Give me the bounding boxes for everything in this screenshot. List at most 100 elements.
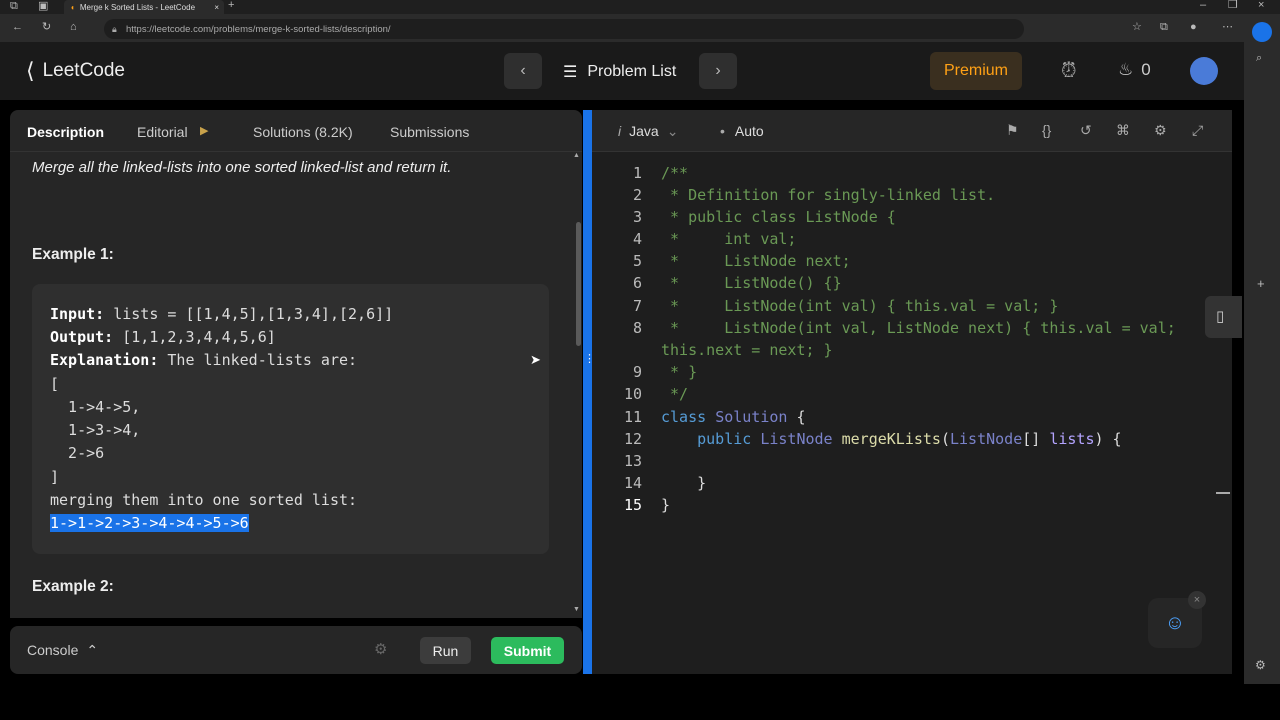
- avatar[interactable]: [1190, 57, 1218, 85]
- tab-actions-icon[interactable]: ▣: [38, 1, 48, 12]
- profile-icon[interactable]: ●: [1190, 22, 1197, 33]
- mode-select[interactable]: • Auto: [720, 123, 764, 139]
- code-token: }: [661, 474, 707, 492]
- line-number: 15: [623, 496, 642, 514]
- code-line[interactable]: }: [661, 496, 670, 514]
- code-line[interactable]: /**: [661, 164, 688, 182]
- premium-button[interactable]: Premium: [930, 52, 1022, 90]
- code-line[interactable]: * ListNode next;: [661, 252, 851, 270]
- description-scrollbar[interactable]: [576, 222, 581, 346]
- shortcuts-icon[interactable]: ⌘: [1116, 122, 1130, 139]
- language-select[interactable]: i Java ⌄: [618, 123, 678, 140]
- workspaces-icon[interactable]: ⧉: [10, 1, 18, 12]
- code-line[interactable]: * public class ListNode {: [661, 208, 896, 226]
- browser-tab-title: Merge k Sorted Lists - LeetCode: [79, 2, 196, 12]
- format-braces-icon[interactable]: {}: [1042, 122, 1051, 138]
- favorites-icon[interactable]: ☆: [1132, 22, 1142, 33]
- close-window-icon[interactable]: ×: [1258, 0, 1264, 11]
- refresh-icon[interactable]: ↻: [42, 22, 51, 33]
- code-line[interactable]: this.next = next; }: [661, 341, 833, 359]
- more-icon[interactable]: ⋯: [1222, 22, 1233, 33]
- url-input[interactable]: 🔒︎ https://leetcode.com/problems/merge-k…: [104, 19, 1024, 39]
- next-problem-button[interactable]: ›: [699, 53, 737, 89]
- tab-solutions[interactable]: Solutions (8.2K): [253, 124, 353, 140]
- output-label: Output:: [50, 328, 114, 346]
- new-tab-icon[interactable]: +: [228, 0, 234, 11]
- browser-tab[interactable]: ◖ Merge k Sorted Lists - LeetCode ×: [64, 0, 224, 14]
- sidebar-add-icon[interactable]: +: [1257, 276, 1265, 291]
- line-number: 13: [623, 452, 642, 470]
- streak-count: 0: [1141, 60, 1151, 79]
- code-line[interactable]: * ListNode(int val) { this.val = val; }: [661, 297, 1058, 315]
- line-number: 12: [623, 430, 642, 448]
- url-text: https://leetcode.com/problems/merge-k-so…: [126, 23, 391, 35]
- smile-chat-icon: ☺: [1164, 611, 1186, 634]
- code-line[interactable]: */: [661, 385, 688, 403]
- panel-divider-handle[interactable]: ⋮: [583, 110, 595, 674]
- close-tab-icon[interactable]: ×: [214, 3, 219, 12]
- code-line[interactable]: * }: [661, 363, 697, 381]
- line-number: 10: [623, 385, 642, 403]
- code-token: }: [661, 496, 671, 514]
- video-icon: ▶: [200, 125, 209, 137]
- code-line[interactable]: * ListNode() {}: [661, 274, 842, 292]
- close-chat-icon[interactable]: ×: [1188, 591, 1206, 609]
- collections-icon[interactable]: ⧉: [1160, 22, 1168, 33]
- code-token: {: [787, 408, 806, 426]
- premium-label: Premium: [943, 62, 1008, 79]
- fullscreen-icon[interactable]: ⤢: [1192, 122, 1203, 139]
- tab-editorial[interactable]: Editorial: [137, 124, 188, 140]
- line-number: 1: [632, 164, 642, 182]
- tab-submissions[interactable]: Submissions: [390, 124, 469, 140]
- code-token: * ListNode() {}: [661, 274, 842, 292]
- console-toggle[interactable]: Console ⌃: [27, 642, 98, 659]
- explanation-line: Explanation: The linked-lists are:: [50, 351, 357, 369]
- editor-scrollbar[interactable]: [1216, 492, 1230, 494]
- scroll-up-icon[interactable]: ▲: [573, 152, 580, 159]
- scroll-down-icon[interactable]: ▼: [573, 606, 580, 613]
- code-token: ListNode: [760, 430, 833, 448]
- line-number: 2: [632, 186, 642, 204]
- reset-icon[interactable]: ↺: [1080, 122, 1092, 139]
- tab-description[interactable]: Description: [27, 124, 104, 140]
- debug-icon[interactable]: ⚙: [374, 640, 387, 658]
- alarm-icon[interactable]: ⏰︎: [1061, 60, 1077, 83]
- run-button[interactable]: Run: [420, 637, 471, 664]
- chevron-down-icon: ⌄: [666, 123, 679, 139]
- mode-label: Auto: [734, 123, 764, 139]
- problem-list-link[interactable]: ☰ Problem List: [563, 62, 676, 82]
- output-value: [1,1,2,3,4,4,5,6]: [113, 328, 276, 346]
- restore-icon[interactable]: ❐: [1228, 0, 1238, 11]
- code-line[interactable]: public ListNode mergeKLists(ListNode[] l…: [661, 430, 1121, 448]
- back-icon[interactable]: ←: [12, 22, 23, 33]
- panel-tabs: Description Editorial ▶ Solutions (8.2K)…: [10, 110, 582, 152]
- example-2-title: Example 2:: [32, 578, 114, 595]
- input-line: Input: lists = [[1,4,5],[1,3,4],[2,6]]: [50, 305, 393, 323]
- streak-counter[interactable]: ♨ 0: [1118, 60, 1151, 80]
- notes-tab[interactable]: ▯: [1205, 296, 1242, 338]
- code-line[interactable]: * int val;: [661, 230, 796, 248]
- explanation-text-line: 1->4->5,: [50, 398, 141, 416]
- code-line[interactable]: }: [661, 474, 706, 492]
- prev-problem-button[interactable]: ‹: [504, 53, 542, 89]
- code-line[interactable]: class Solution {: [661, 408, 806, 426]
- leetcode-logo-icon: ⟨: [26, 58, 35, 83]
- leetcode-logo[interactable]: ⟨ LeetCode: [26, 58, 125, 84]
- sidebar-settings-icon[interactable]: ⚙: [1255, 658, 1266, 672]
- bing-icon[interactable]: [1252, 22, 1272, 42]
- submit-button[interactable]: Submit: [491, 637, 564, 664]
- code-token: Solution: [715, 408, 788, 426]
- line-number: 4: [632, 230, 642, 248]
- lock-icon: 🔒︎: [112, 23, 117, 34]
- bookmark-icon[interactable]: ⚑: [1006, 122, 1019, 139]
- submit-label: Submit: [503, 642, 552, 659]
- settings-icon[interactable]: ⚙: [1154, 122, 1167, 139]
- home-icon[interactable]: ⌂: [70, 22, 77, 33]
- explanation-text-line: [: [50, 375, 60, 393]
- code-line[interactable]: * Definition for singly-linked list.: [661, 186, 995, 204]
- code-line[interactable]: * ListNode(int val, ListNode next) { thi…: [661, 319, 1176, 337]
- minimize-icon[interactable]: –: [1200, 0, 1206, 11]
- sidebar-search-icon[interactable]: ⌕: [1256, 52, 1262, 65]
